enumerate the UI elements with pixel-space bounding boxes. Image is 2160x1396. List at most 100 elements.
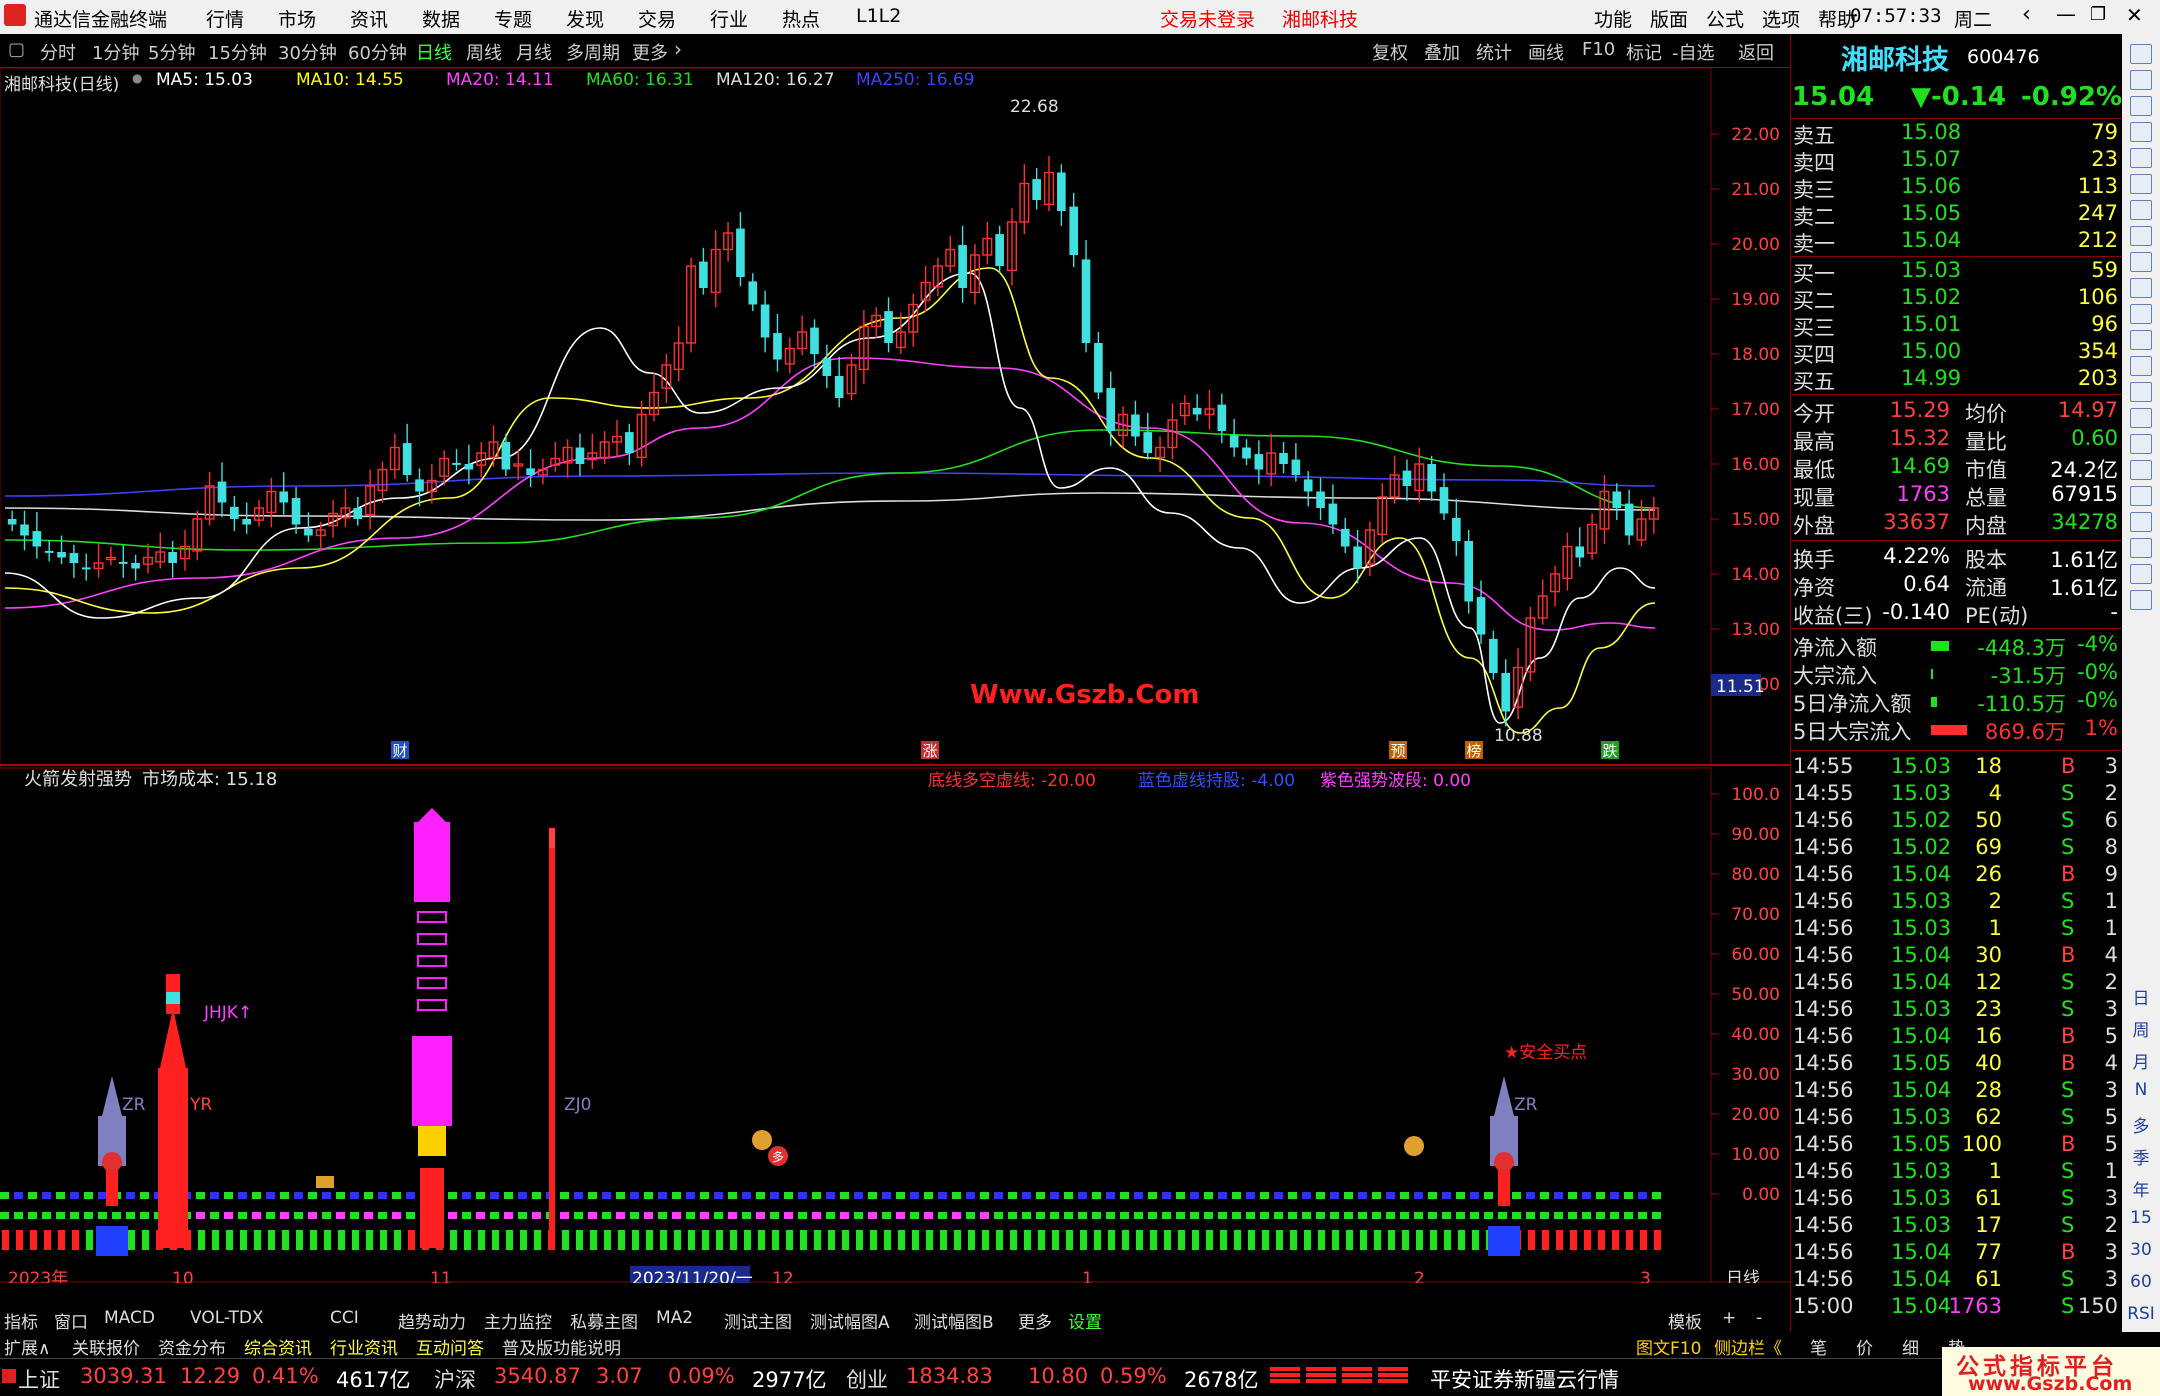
info-circle-icon[interactable]: ● [132, 71, 142, 85]
side-tool-icon[interactable] [2130, 408, 2152, 428]
side-tool-icon[interactable] [2130, 226, 2152, 246]
tool-3[interactable]: 画线 [1528, 39, 1564, 65]
ext-right-tab-3[interactable]: 价 [1856, 1334, 1873, 1359]
tool-4[interactable]: F10 [1582, 39, 1615, 60]
menu-4[interactable]: 专题 [494, 5, 532, 32]
menu-7[interactable]: 行业 [710, 5, 748, 32]
indicator-tab-9[interactable]: 测试主图 [724, 1308, 792, 1333]
indicator-tab-2[interactable]: MACD [104, 1308, 155, 1328]
right-menu-1[interactable]: 版面 [1650, 5, 1688, 32]
index-name-1[interactable]: 沪深 [434, 1364, 476, 1394]
ext-tab-0[interactable]: 扩展∧ [4, 1334, 50, 1359]
menu-6[interactable]: 交易 [638, 5, 676, 32]
indicator-tab-10[interactable]: 测试幅图A [810, 1308, 890, 1333]
side-period-0[interactable]: 日 [2126, 984, 2156, 1009]
tool-2[interactable]: 统计 [1476, 39, 1512, 65]
side-period-5[interactable]: 季 [2126, 1144, 2156, 1169]
tool-7[interactable]: 返回 [1738, 39, 1774, 65]
login-status[interactable]: 交易未登录 [1160, 5, 1255, 32]
menu-9[interactable]: L1L2 [856, 5, 901, 27]
menu-2[interactable]: 资讯 [350, 5, 388, 32]
side-tool-icon[interactable] [2130, 148, 2152, 168]
ext-tab-4[interactable]: 行业资讯 [330, 1334, 398, 1359]
side-period-8[interactable]: 30 [2126, 1240, 2156, 1260]
ext-right-tab-1[interactable]: 侧边栏《 [1714, 1334, 1782, 1359]
period-tab-4[interactable]: 30分钟 [278, 39, 337, 65]
side-tool-icon[interactable] [2130, 564, 2152, 584]
template-tab-2[interactable]: - [1756, 1308, 1762, 1328]
ask-price-1[interactable]: 15.07 [1901, 147, 1961, 171]
period-tab-5[interactable]: 60分钟 [348, 39, 407, 65]
ext-right-tab-0[interactable]: 图文F10 [1636, 1334, 1701, 1359]
template-tab-1[interactable]: + [1722, 1308, 1736, 1328]
ext-right-tab-2[interactable]: 笔 [1810, 1334, 1827, 1359]
ask-price-4[interactable]: 15.04 [1901, 228, 1961, 252]
tool-1[interactable]: 叠加 [1424, 39, 1460, 65]
chart-area[interactable]: 22.00 21.00 20.00 19.00 18.00 17.00 16.00 15.00… [0, 68, 1790, 1283]
indicator-tab-11[interactable]: 测试幅图B [914, 1308, 994, 1333]
close-icon[interactable]: ✕ [2126, 3, 2143, 27]
period-tab-2[interactable]: 5分钟 [148, 39, 195, 65]
side-tool-icon[interactable] [2130, 252, 2152, 272]
indicator-name[interactable]: 火箭发射强势 [24, 765, 132, 791]
menu-0[interactable]: 行情 [206, 5, 244, 32]
indicator-tab-0[interactable]: 指标 [4, 1308, 38, 1333]
side-tool-icon[interactable] [2130, 304, 2152, 324]
side-tool-icon[interactable] [2130, 330, 2152, 350]
index-name-2[interactable]: 创业 [846, 1364, 888, 1394]
tool-5[interactable]: 标记 [1626, 39, 1662, 65]
bid-price-1[interactable]: 15.02 [1901, 285, 1961, 309]
side-period-2[interactable]: 月 [2126, 1048, 2156, 1073]
indicator-tab-5[interactable]: 趋势动力 [398, 1308, 466, 1333]
indicator-tab-7[interactable]: 私募主图 [570, 1308, 638, 1333]
side-tool-icon[interactable] [2130, 200, 2152, 220]
side-tool-icon[interactable] [2130, 590, 2152, 610]
right-menu-2[interactable]: 公式 [1706, 5, 1744, 32]
bid-price-2[interactable]: 15.01 [1901, 312, 1961, 336]
template-tab-0[interactable]: 模板 [1668, 1308, 1702, 1333]
period-tab-3[interactable]: 15分钟 [208, 39, 267, 65]
menu-3[interactable]: 数据 [422, 5, 460, 32]
indicator-tab-8[interactable]: MA2 [656, 1308, 693, 1328]
tool-6[interactable]: -自选 [1672, 39, 1715, 65]
side-tool-icon[interactable] [2130, 96, 2152, 116]
ext-tab-5[interactable]: 互动问答 [416, 1334, 484, 1359]
bid-price-4[interactable]: 14.99 [1901, 366, 1961, 390]
tool-0[interactable]: 复权 [1372, 39, 1408, 65]
side-tool-icon[interactable] [2130, 460, 2152, 480]
right-menu-3[interactable]: 选项 [1762, 5, 1800, 32]
indicator-tab-6[interactable]: 主力监控 [484, 1308, 552, 1333]
period-tab-8[interactable]: 月线 [516, 39, 552, 65]
period-tab-0[interactable]: 分时 [40, 39, 76, 65]
side-tool-icon[interactable] [2130, 382, 2152, 402]
menu-8[interactable]: 热点 [782, 5, 820, 32]
side-period-1[interactable]: 周 [2126, 1016, 2156, 1041]
side-tool-icon[interactable] [2130, 70, 2152, 90]
indicator-tab-4[interactable]: CCI [330, 1308, 359, 1328]
ext-tab-2[interactable]: 资金分布 [158, 1334, 226, 1359]
collapse-icon[interactable]: ▢ [8, 39, 25, 60]
period-tab-6[interactable]: 日线 [416, 39, 452, 65]
side-tool-icon[interactable] [2130, 356, 2152, 376]
back-arrow-icon[interactable]: ‹ [2022, 2, 2031, 27]
side-tool-icon[interactable] [2130, 538, 2152, 558]
ext-right-tab-4[interactable]: 细 [1902, 1334, 1919, 1359]
side-period-10[interactable]: RSI [2126, 1304, 2156, 1324]
maximize-icon[interactable]: ❐ [2090, 4, 2106, 25]
side-tool-icon[interactable] [2130, 434, 2152, 454]
ext-tab-1[interactable]: 关联报价 [72, 1334, 140, 1359]
right-menu-4[interactable]: 帮助 [1818, 5, 1856, 32]
server-name[interactable]: 平安证券新疆云行情 [1430, 1364, 1619, 1394]
bid-price-0[interactable]: 15.03 [1901, 258, 1961, 282]
right-menu-0[interactable]: 功能 [1594, 5, 1632, 32]
side-period-7[interactable]: 15 [2126, 1208, 2156, 1228]
period-tab-10[interactable]: 更多 [632, 39, 668, 65]
period-tab-1[interactable]: 1分钟 [92, 39, 139, 65]
indicator-tab-1[interactable]: 窗口 [54, 1308, 88, 1333]
indicator-tab-12[interactable]: 更多 [1018, 1308, 1052, 1333]
side-period-6[interactable]: 年 [2126, 1176, 2156, 1201]
side-tool-icon[interactable] [2130, 486, 2152, 506]
more-chevron-icon[interactable]: › [674, 37, 682, 61]
indicator-tab-3[interactable]: VOL-TDX [190, 1308, 264, 1328]
ask-price-3[interactable]: 15.05 [1901, 201, 1961, 225]
